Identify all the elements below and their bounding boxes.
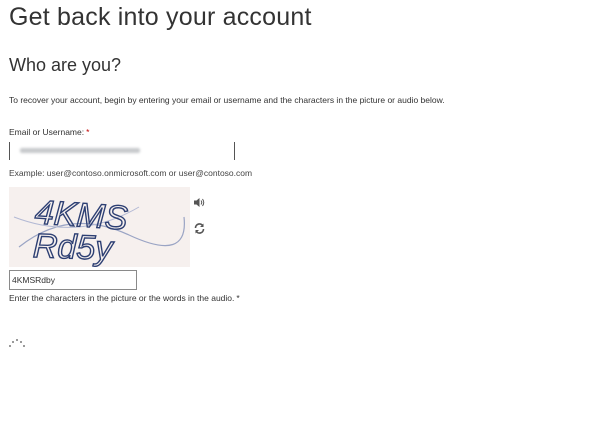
captcha-help: Enter the characters in the picture or t… xyxy=(9,293,240,303)
captcha-required-marker: * xyxy=(236,293,240,303)
spinner-dot xyxy=(20,341,22,343)
required-marker: * xyxy=(86,127,90,137)
captcha-help-text: Enter the characters in the picture or t… xyxy=(9,293,235,303)
page-title: Get back into your account xyxy=(9,3,312,31)
refresh-icon[interactable] xyxy=(193,222,206,235)
loading-spinner-icon xyxy=(9,337,29,349)
speaker-icon[interactable] xyxy=(193,196,206,209)
section-title: Who are you? xyxy=(9,55,122,75)
spinner-dot xyxy=(16,339,18,341)
email-example-text: Example: user@contoso.onmicrosoft.com or… xyxy=(9,168,253,178)
spinner-dot xyxy=(12,341,14,343)
instructions-text: To recover your account, begin by enteri… xyxy=(9,95,445,105)
captcha-input[interactable] xyxy=(9,270,137,290)
captcha-tools xyxy=(193,196,207,248)
captcha-line2: Rd5y xyxy=(32,227,115,267)
captcha-drawing: 4KMS Rd5y xyxy=(13,193,185,267)
captcha-image: 4KMS Rd5y xyxy=(9,187,190,267)
spinner-dot xyxy=(9,345,11,347)
account-recovery-page: Get back into your account Who are you? … xyxy=(0,0,600,433)
email-label-text: Email or Username: xyxy=(9,127,85,137)
email-field[interactable] xyxy=(9,142,235,160)
spinner-dot xyxy=(23,345,25,347)
redacted-email-value xyxy=(20,148,140,153)
email-label: Email or Username: * xyxy=(9,127,89,137)
